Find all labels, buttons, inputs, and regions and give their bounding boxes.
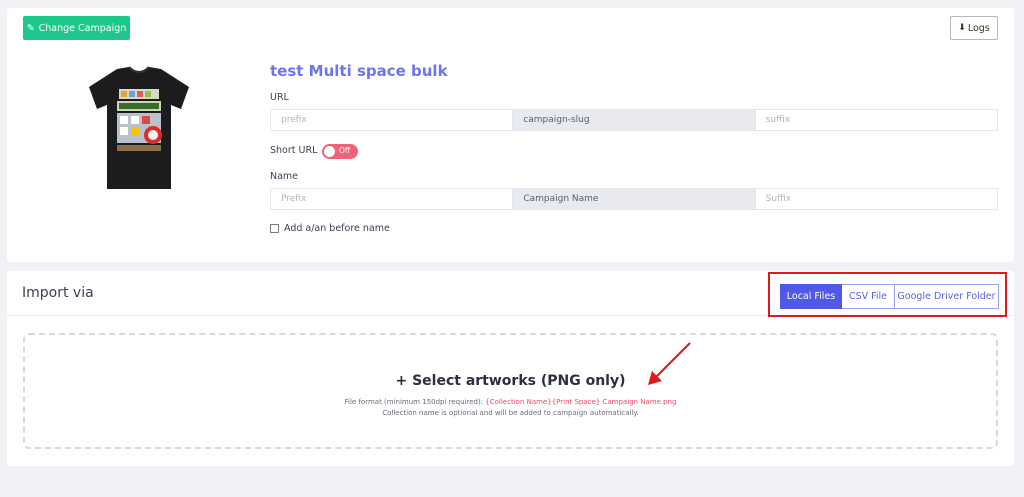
annotation-arrow-icon xyxy=(648,342,691,385)
short-url-toggle[interactable]: Off xyxy=(322,144,358,159)
tab-local-files[interactable]: Local Files xyxy=(780,284,842,309)
campaign-name-field: Campaign Name xyxy=(513,188,755,210)
name-input-group: Prefix Campaign Name Suffix xyxy=(270,188,998,210)
campaign-title: test Multi space bulk xyxy=(270,62,448,80)
url-label: URL xyxy=(270,92,289,103)
tab-csv-file[interactable]: CSV File xyxy=(842,284,895,309)
product-tshirt-image xyxy=(89,66,189,189)
artwork-dropzone[interactable]: + Select artworks (PNG only) File format… xyxy=(23,333,998,449)
toggle-state-label: Off xyxy=(339,146,351,155)
file-format-prefix: File format (minimum 150dpi required): xyxy=(344,398,486,406)
name-label: Name xyxy=(270,171,299,182)
logs-label: Logs xyxy=(967,22,990,34)
name-suffix-input[interactable]: Suffix xyxy=(754,188,998,210)
campaign-card: ✎ Change Campaign ⬇ Logs test Multi spac… xyxy=(7,8,1014,262)
change-campaign-button[interactable]: ✎ Change Campaign xyxy=(23,16,130,40)
toggle-knob xyxy=(324,146,335,157)
url-slug-field: campaign-slug xyxy=(513,109,755,131)
name-prefix-input[interactable]: Prefix xyxy=(270,188,514,210)
logs-button[interactable]: ⬇ Logs xyxy=(950,16,998,40)
file-format-hint: File format (minimum 150dpi required): {… xyxy=(25,398,996,406)
dropzone-title: + Select artworks (PNG only) xyxy=(395,373,626,389)
url-prefix-input[interactable]: prefix xyxy=(270,109,514,131)
import-title: Import via xyxy=(22,285,94,301)
article-checkbox-label: Add a/an before name xyxy=(284,223,390,234)
url-input-group: prefix campaign-slug suffix xyxy=(270,109,998,131)
download-icon: ⬇ xyxy=(958,23,966,33)
import-source-tabs: Local Files CSV File Google Driver Folde… xyxy=(780,284,999,309)
url-suffix-input[interactable]: suffix xyxy=(754,109,998,131)
short-url-label: Short URL xyxy=(270,145,318,156)
collection-note: Collection name is optional and will be … xyxy=(382,409,639,417)
change-campaign-label: Change Campaign xyxy=(38,22,127,34)
tab-google-drive-folder[interactable]: Google Driver Folder xyxy=(895,284,999,309)
pencil-icon: ✎ xyxy=(26,22,35,34)
article-checkbox[interactable] xyxy=(270,224,279,233)
file-format-pattern: {Collection Name}{Print Space} Campaign … xyxy=(485,398,677,406)
import-card: Import via Local Files CSV File Google D… xyxy=(7,271,1014,466)
